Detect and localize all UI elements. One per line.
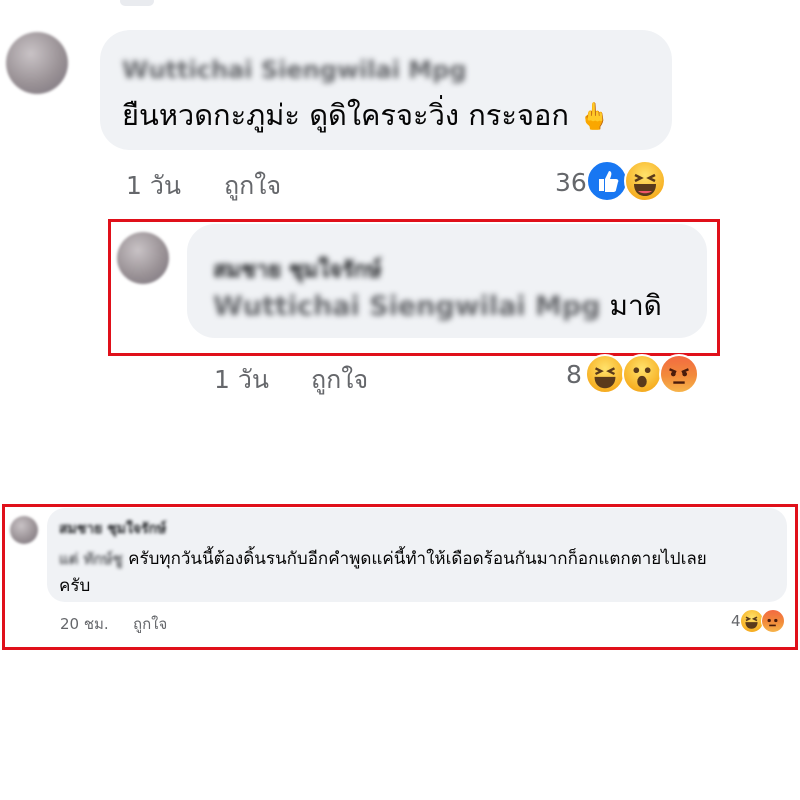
previous-comment-fragment (120, 0, 154, 6)
comment-text-body: ครับทุกวันนี้ต้องดิ้นรนกับอีกคำพูดแค่นี้… (128, 549, 707, 569)
angry-icon (659, 354, 699, 394)
comment-text-body: ยืนหวดกะภูม่ะ ดูดิใครจะวิ่ง กระจอก (122, 98, 569, 132)
comment-author[interactable]: Wuttichai Siengwilai Mpg (122, 56, 467, 84)
reaction-count[interactable]: 8 (566, 360, 582, 389)
like-link[interactable]: ถูกใจ (133, 612, 167, 636)
middle-finger-emoji: 🖕 (578, 102, 611, 132)
like-link[interactable]: ถูกใจ (224, 166, 281, 206)
comment-text: แต่ ทักษ์ชู ครับทุกวันนี้ต้องดิ้นรนกับอี… (59, 545, 707, 572)
comment-text-body: มาดิ (609, 289, 662, 322)
comment-timestamp[interactable]: 20 ชม. (60, 612, 109, 636)
mention-tag[interactable]: แต่ ทักษ์ชู (59, 550, 123, 568)
mention-tag[interactable]: Wuttichai Siengwilai Mpg (213, 291, 601, 322)
avatar[interactable] (10, 516, 38, 544)
comment-bubble: สมชาย ชุมใจรักษ์ แต่ ทักษ์ชู ครับทุกวันน… (47, 508, 787, 602)
comment-bubble: สมชาย ชุมใจรักษ์ Wuttichai Siengwilai Mp… (187, 224, 707, 338)
wow-icon (622, 354, 662, 394)
angry-icon (761, 609, 785, 633)
avatar[interactable] (117, 232, 169, 284)
comment-timestamp[interactable]: 1 วัน (126, 166, 181, 206)
comment-text: Wuttichai Siengwilai Mpg มาดิ (213, 284, 662, 328)
like-link[interactable]: ถูกใจ (311, 360, 368, 400)
comment-timestamp[interactable]: 1 วัน (214, 360, 269, 400)
comment-author[interactable]: สมชาย ชุมใจรักษ์ (213, 252, 381, 287)
haha-icon (585, 354, 625, 394)
comment-text: ยืนหวดกะภูม่ะ ดูดิใครจะวิ่ง กระจอก 🖕 (122, 92, 611, 138)
like-icon (586, 160, 628, 202)
haha-icon (624, 160, 666, 202)
comment-author[interactable]: สมชาย ชุมใจรักษ์ (59, 518, 166, 540)
avatar[interactable] (6, 32, 68, 94)
comment-text-continued: ครับ (59, 576, 91, 596)
comment-bubble: Wuttichai Siengwilai Mpg ยืนหวดกะภูม่ะ ด… (100, 30, 672, 150)
reaction-count[interactable]: 36 (555, 168, 587, 197)
